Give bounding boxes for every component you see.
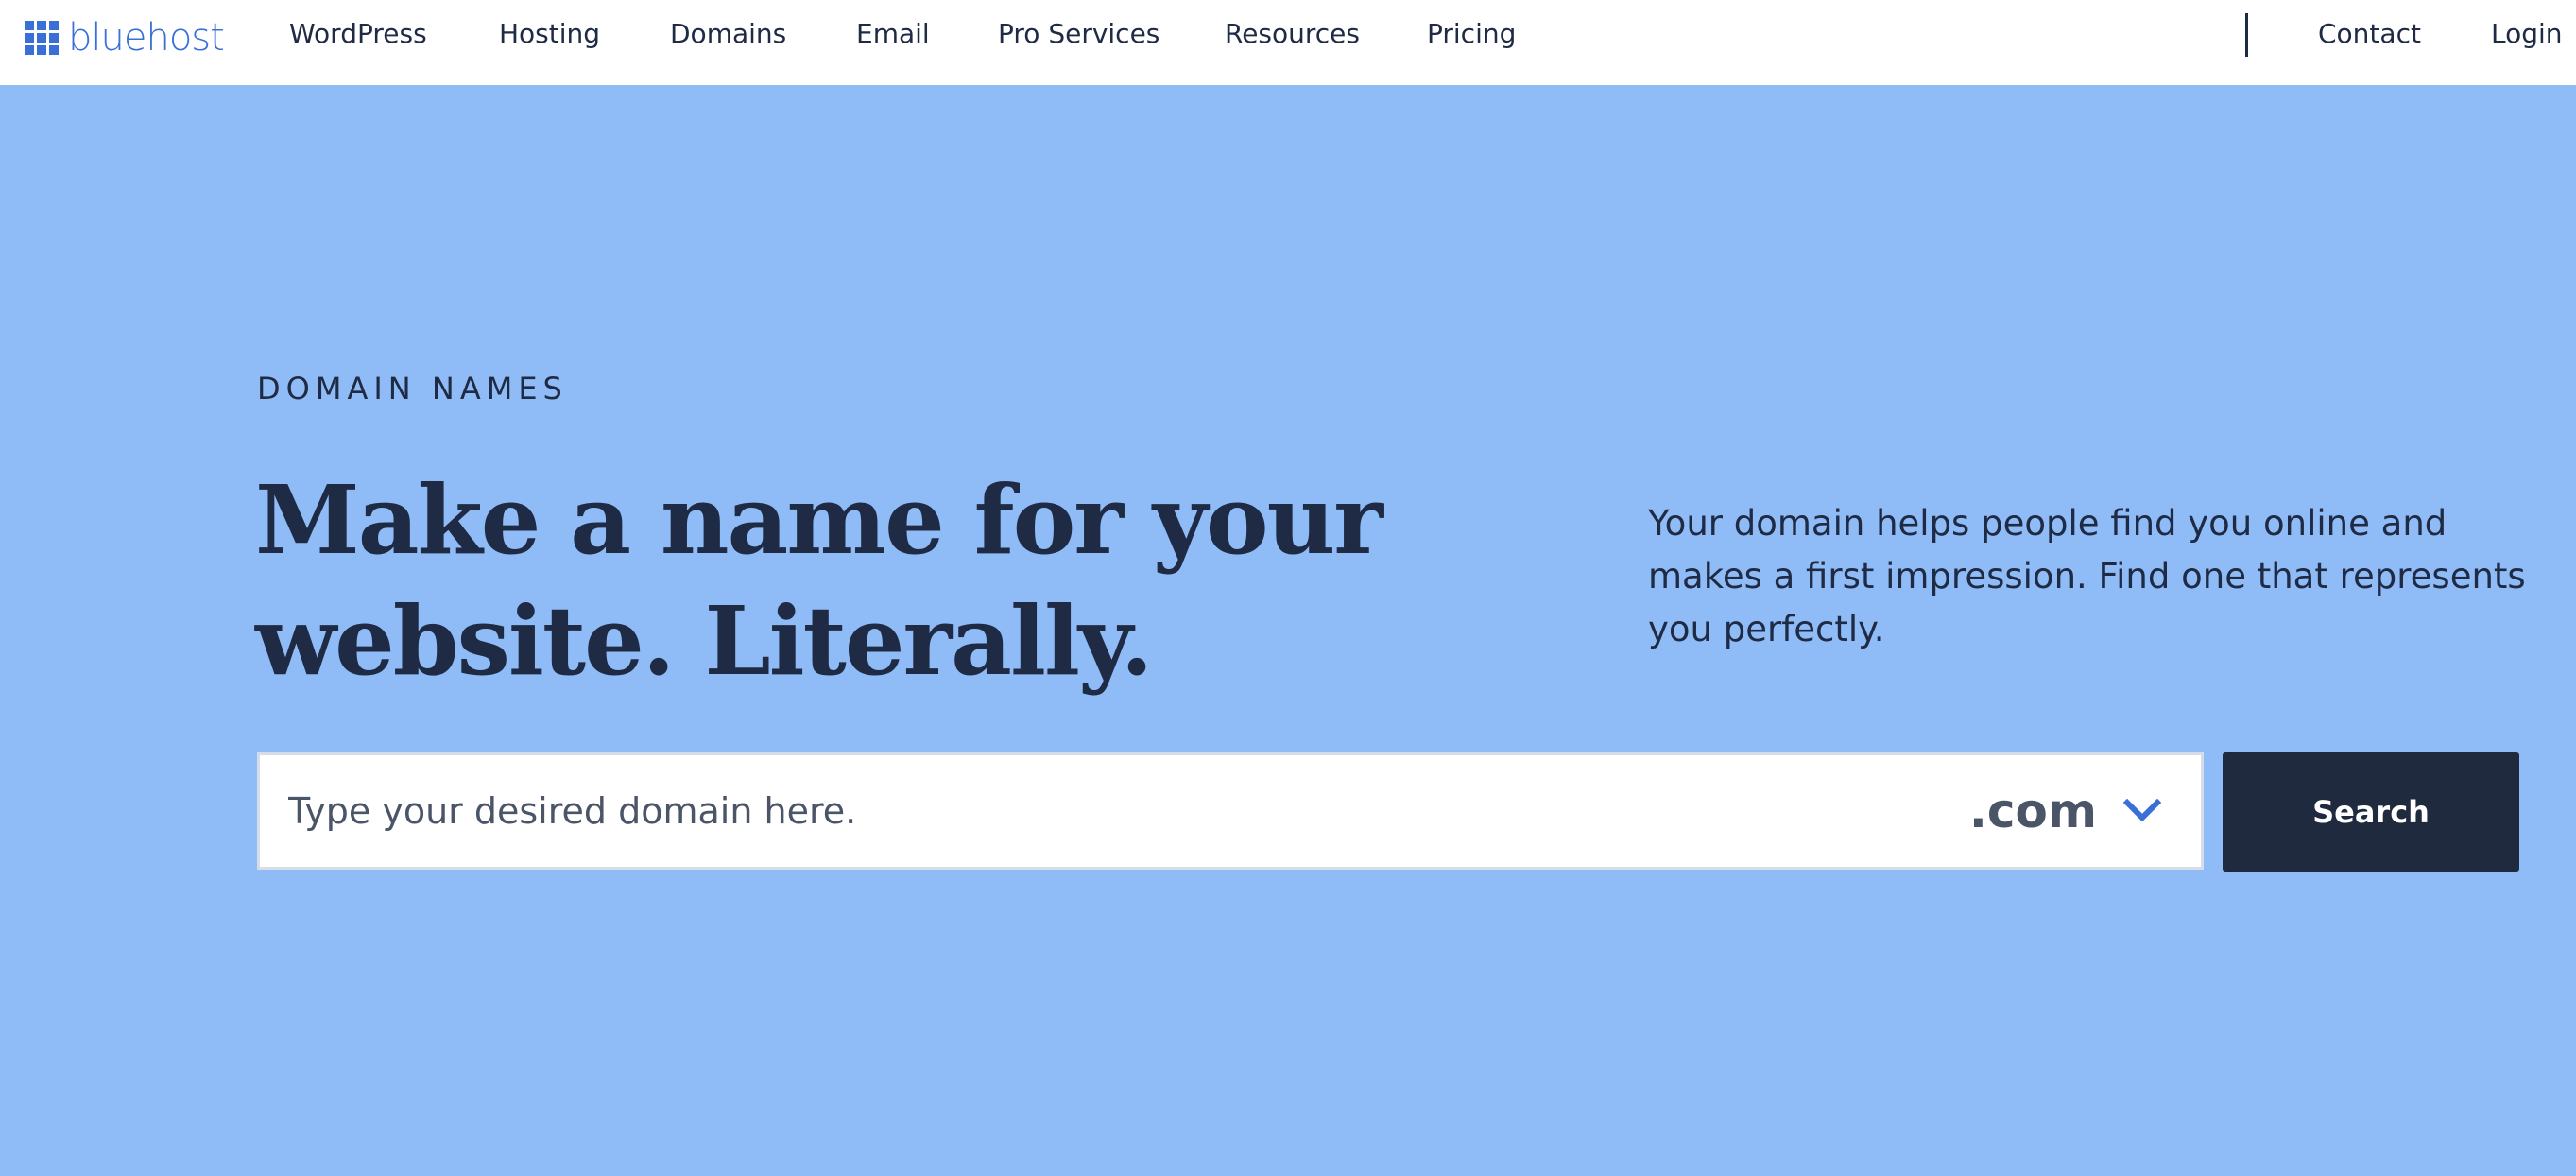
domain-search-box: .com	[257, 752, 2204, 870]
search-button[interactable]: Search	[2223, 752, 2519, 872]
nav-item-resources[interactable]: Resources	[1225, 15, 1360, 53]
grid-icon	[25, 21, 59, 55]
nav-item-login[interactable]: Login	[2491, 15, 2563, 53]
section-eyebrow: DOMAIN NAMES	[257, 371, 568, 406]
chevron-down-icon	[2123, 798, 2161, 822]
bluehost-logo-link[interactable]: bluehost	[25, 15, 225, 61]
nav-item-contact[interactable]: Contact	[2318, 15, 2421, 53]
hero-description: Your domain helps people find you online…	[1648, 503, 2526, 649]
nav-item-domains[interactable]: Domains	[670, 15, 786, 53]
logo-text: bluehost	[68, 16, 225, 60]
nav-item-wordpress[interactable]: WordPress	[289, 15, 427, 53]
domain-search-input[interactable]	[288, 755, 1895, 867]
tld-dropdown[interactable]: .com	[1969, 755, 2161, 867]
tld-selected-value: .com	[1968, 784, 2097, 839]
nav-item-hosting[interactable]: Hosting	[499, 15, 600, 53]
nav-item-pro-services[interactable]: Pro Services	[998, 15, 1159, 53]
nav-divider	[2245, 13, 2248, 57]
hero-headline: Make a name for your website. Literally.	[255, 464, 1383, 697]
nav-item-pricing[interactable]: Pricing	[1427, 15, 1516, 53]
nav-item-email[interactable]: Email	[856, 15, 930, 53]
top-navigation-bar: bluehost WordPress Hosting Domains Email…	[0, 0, 2576, 85]
